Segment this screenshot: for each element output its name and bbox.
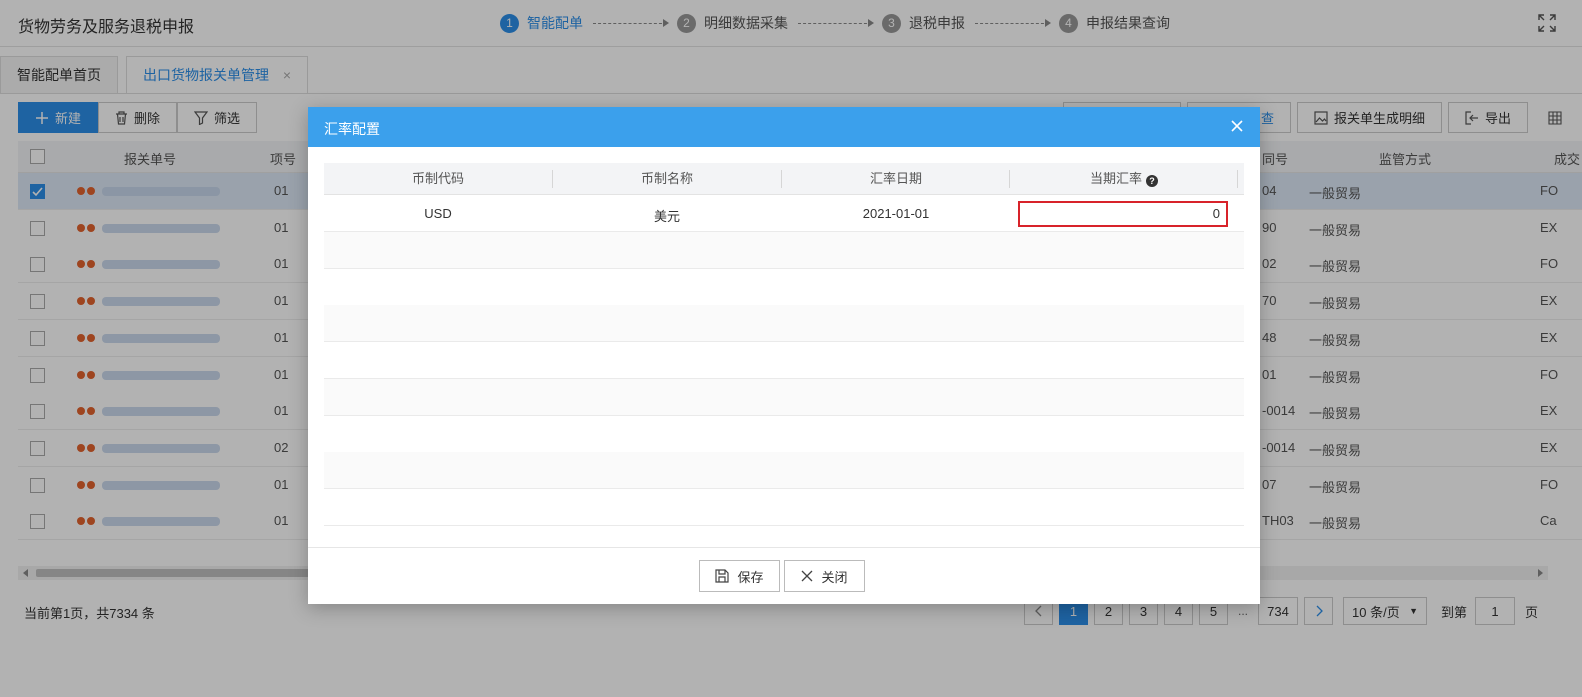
- dialog-footer: 保存 关闭: [308, 547, 1260, 604]
- empty-row: [324, 342, 1244, 380]
- exchange-rate-dialog: 汇率配置 币制代码 币制名称 汇率日期 当期汇率? USD 美元 2021-01…: [308, 107, 1260, 604]
- current-rate-input[interactable]: 0: [1018, 201, 1228, 227]
- rate-date: 2021-01-01: [862, 206, 930, 221]
- col-current-rate-label: 当期汇率: [1089, 171, 1142, 186]
- close-icon[interactable]: [1230, 119, 1244, 133]
- save-button-label: 保存: [737, 569, 764, 585]
- col-rate-date: 汇率日期: [869, 171, 922, 186]
- col-current-rate: 当期汇率?: [1010, 163, 1238, 195]
- empty-row: [324, 452, 1244, 490]
- dialog-header: 汇率配置: [308, 107, 1260, 147]
- currency-code: USD: [424, 206, 452, 221]
- col-currency-name: 币制名称: [640, 171, 693, 186]
- save-icon: [715, 569, 730, 583]
- empty-row: [324, 416, 1244, 453]
- column-divider: [1237, 170, 1238, 188]
- dialog-table-header: 币制代码 币制名称 汇率日期 当期汇率?: [324, 163, 1244, 195]
- close-button-label: 关闭: [821, 569, 848, 585]
- dialog-title: 汇率配置: [324, 121, 380, 137]
- currency-name: 美元: [653, 209, 680, 224]
- close-icon: [802, 570, 813, 582]
- empty-row: [324, 305, 1244, 343]
- close-button[interactable]: 关闭: [784, 560, 865, 592]
- empty-row: [324, 269, 1244, 306]
- empty-row: [324, 489, 1244, 526]
- empty-row: [324, 378, 1244, 416]
- dialog-table: 币制代码 币制名称 汇率日期 当期汇率? USD 美元 2021-01-01 0: [324, 163, 1244, 545]
- empty-row: [324, 232, 1244, 269]
- save-button[interactable]: 保存: [699, 560, 780, 592]
- help-icon[interactable]: ?: [1146, 175, 1158, 187]
- col-currency-code: 币制代码: [411, 171, 464, 186]
